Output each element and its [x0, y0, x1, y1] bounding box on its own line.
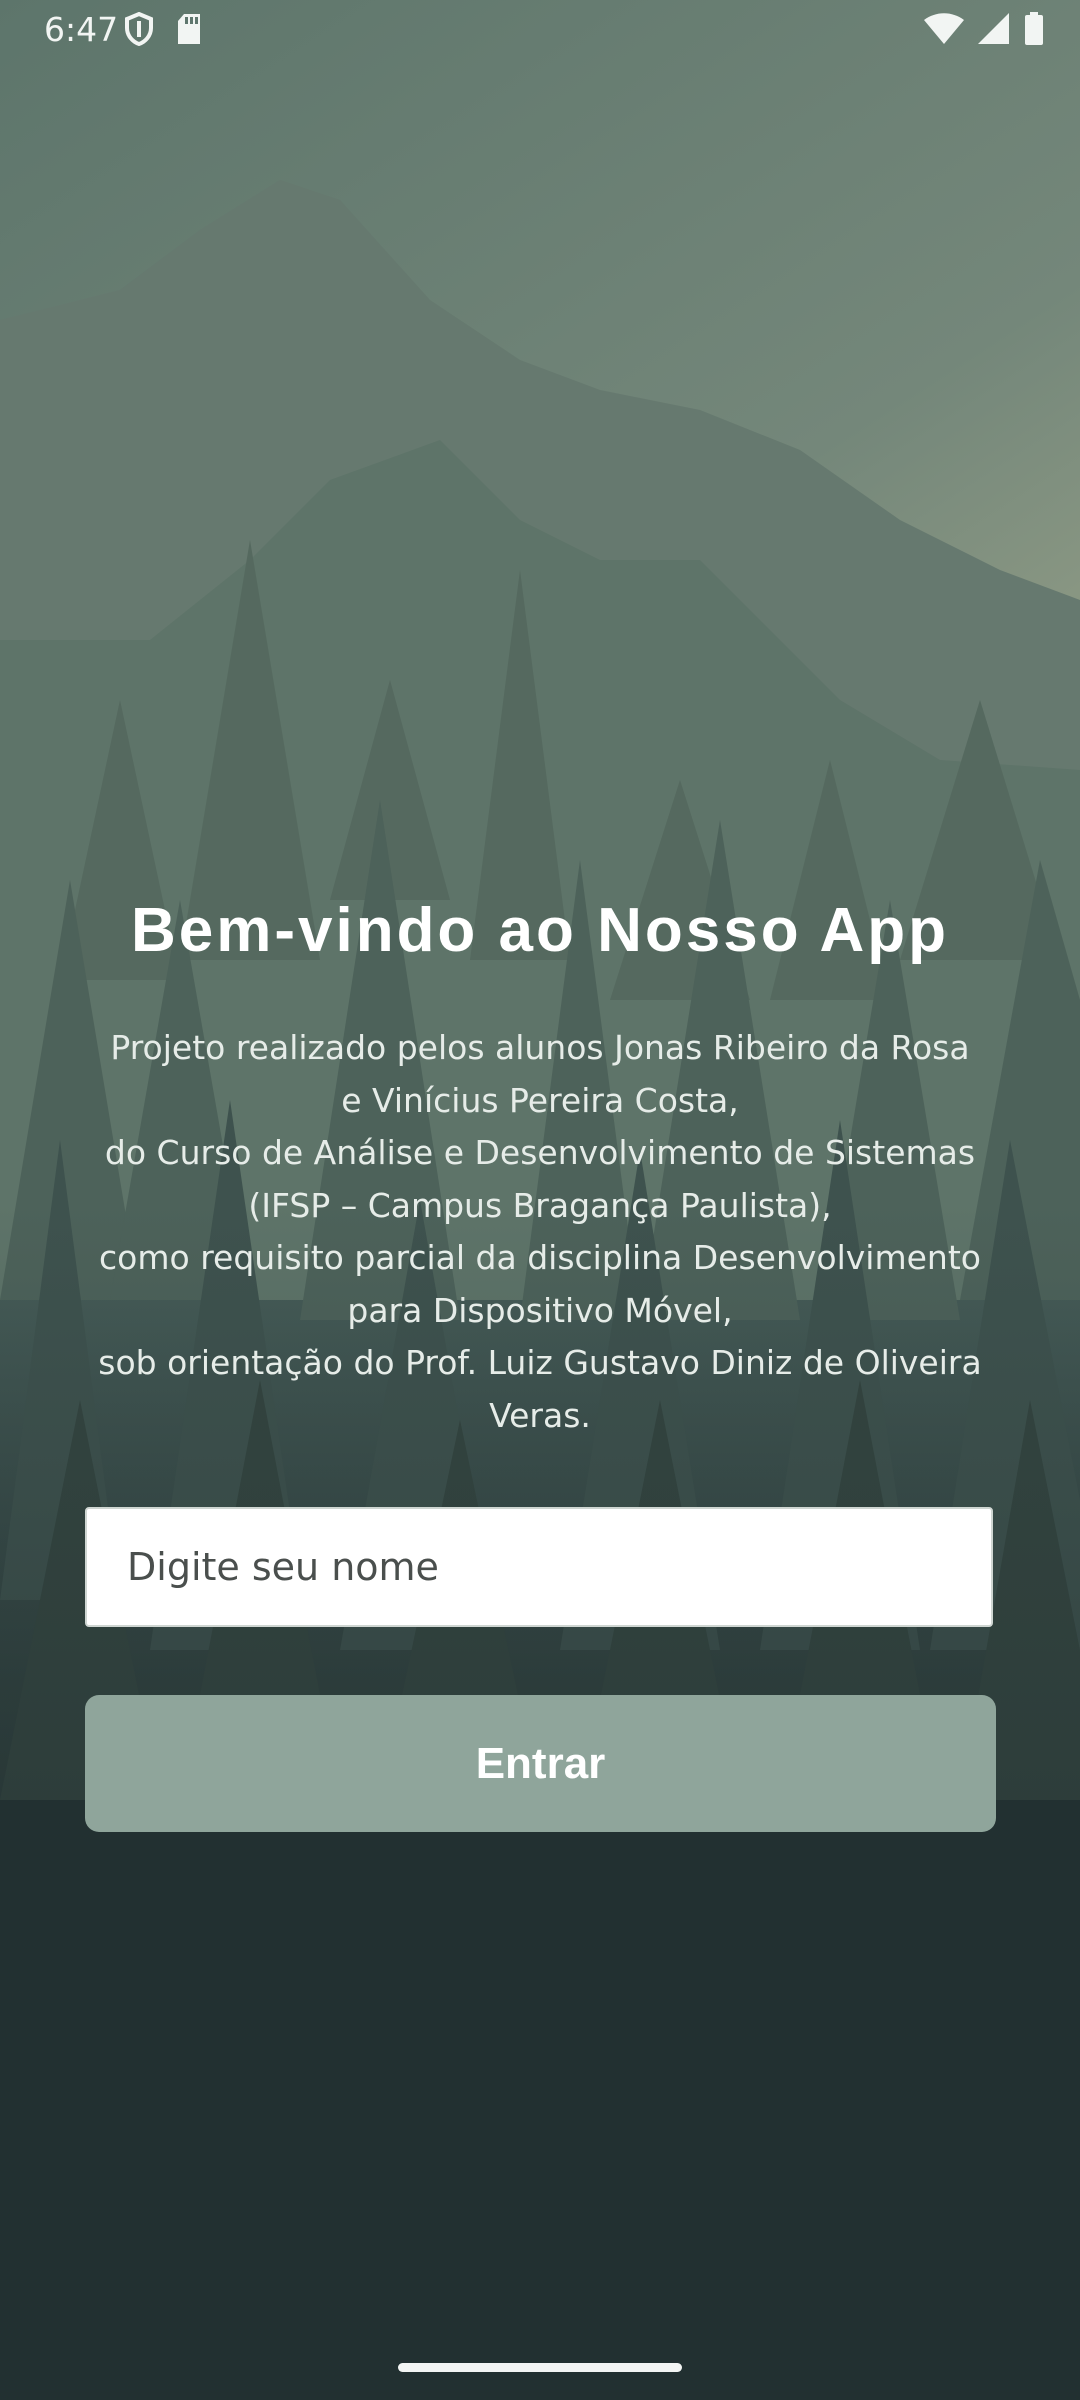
welcome-content: Bem-vindo ao Nosso App Projeto realizado… — [0, 0, 1080, 2400]
page-title: Bem-vindo ao Nosso App — [130, 896, 950, 965]
app-screen: 6:47 Bem-vindo ao Nosso App Projeto real… — [0, 0, 1080, 2400]
name-input[interactable] — [85, 1507, 993, 1627]
enter-button[interactable]: Entrar — [85, 1695, 996, 1832]
project-description: Projeto realizado pelos alunos Jonas Rib… — [98, 1028, 982, 1435]
home-indicator[interactable] — [398, 2363, 682, 2372]
